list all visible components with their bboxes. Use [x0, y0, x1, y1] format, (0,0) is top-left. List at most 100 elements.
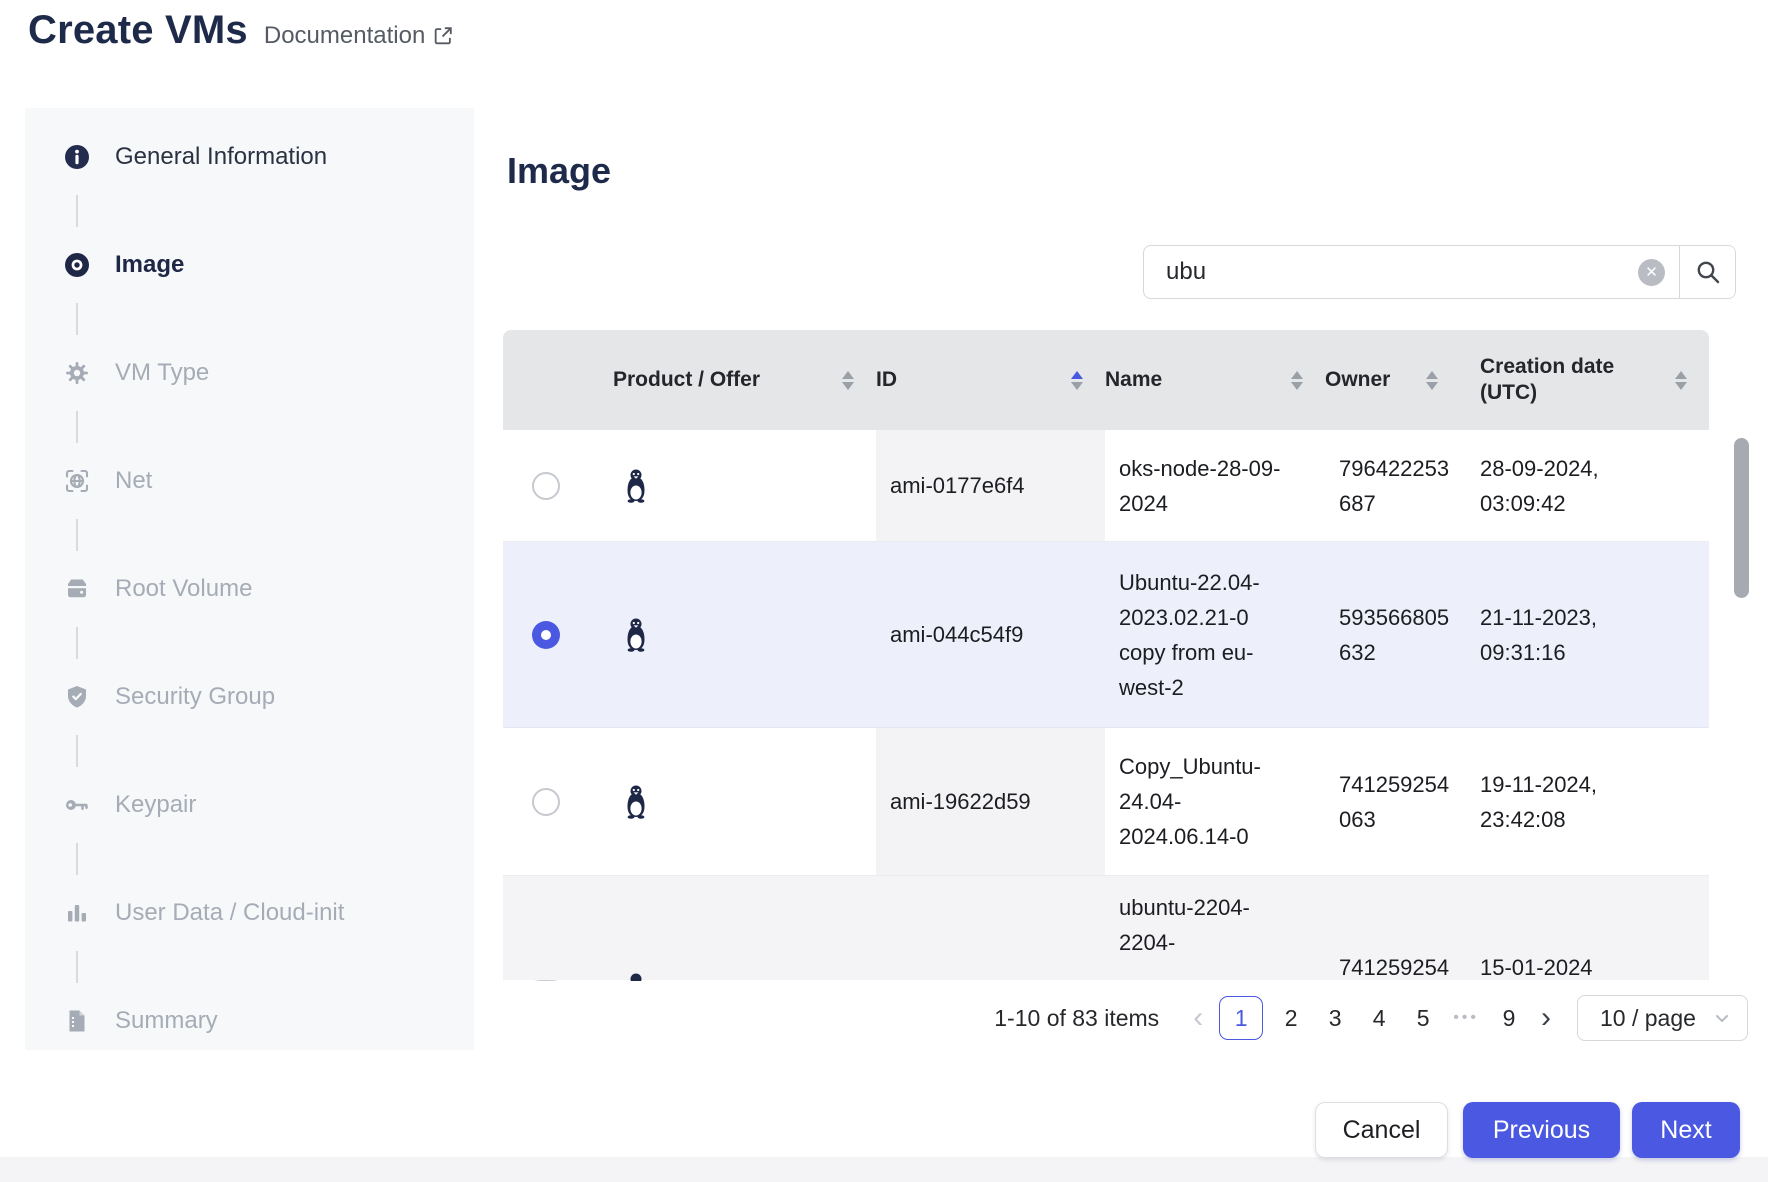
- radio-dot-icon: [63, 251, 91, 279]
- step-connector: [76, 843, 78, 875]
- documentation-link[interactable]: Documentation: [264, 22, 454, 50]
- pagination-total: 1-10 of 83 items: [994, 1005, 1159, 1032]
- sidebar-item-general-information[interactable]: General Information: [63, 137, 327, 177]
- cell-id: ami-0177e6f4: [876, 430, 1105, 541]
- cell-creation-date: 15-01-2024: [1460, 876, 1709, 980]
- sidebar-item-label: General Information: [115, 143, 327, 171]
- cell-name: Ubuntu-22.04-2023.02.21-0 copy from eu-w…: [1105, 542, 1325, 727]
- column-header-product-offer[interactable]: Product / Offer: [588, 330, 876, 430]
- sidebar-item-security-group[interactable]: Security Group: [63, 677, 275, 717]
- sort-icon[interactable]: [842, 371, 854, 390]
- chevron-down-icon: [1713, 1009, 1731, 1027]
- radio-button[interactable]: [532, 788, 560, 816]
- sidebar-item-label: Keypair: [115, 791, 196, 819]
- radio-button[interactable]: [532, 472, 560, 500]
- cell-name: ubuntu-2204-2204-: [1105, 876, 1325, 980]
- table-row[interactable]: ami-0177e6f4 oks-node-28-09-2024 7964222…: [503, 430, 1709, 542]
- sidebar-item-user-data[interactable]: User Data / Cloud-init: [63, 893, 344, 933]
- radio-button-selected[interactable]: [532, 621, 560, 649]
- page-button-9[interactable]: 9: [1494, 1005, 1524, 1032]
- gear-icon: [63, 359, 91, 387]
- column-header-select: [503, 330, 588, 430]
- disk-icon: [63, 575, 91, 603]
- document-icon: [63, 1007, 91, 1035]
- sidebar-item-label: Net: [115, 467, 152, 495]
- search-button[interactable]: [1679, 246, 1735, 298]
- search-input[interactable]: ubu ✕: [1144, 246, 1679, 298]
- linux-penguin-icon: [620, 972, 876, 981]
- linux-penguin-icon: [620, 617, 876, 653]
- sidebar-item-label: Root Volume: [115, 575, 252, 603]
- column-header-owner[interactable]: Owner: [1325, 330, 1460, 430]
- cell-name: oks-node-28-09-2024: [1105, 430, 1325, 541]
- cell-creation-date: 21-11-2023,09:31:16: [1460, 542, 1709, 727]
- next-button[interactable]: Next: [1632, 1102, 1740, 1158]
- step-connector: [76, 951, 78, 983]
- column-header-creation-date[interactable]: Creation date (UTC): [1460, 330, 1709, 430]
- table-row[interactable]: ami-19622d59 Copy_Ubuntu-24.04- 2024.06.…: [503, 728, 1709, 876]
- table-row[interactable]: ubuntu-2204-2204- 741259254 15-01-2024: [503, 876, 1709, 980]
- table-scrollbar-thumb[interactable]: [1734, 438, 1749, 598]
- page-button-2[interactable]: 2: [1276, 1005, 1306, 1032]
- sidebar-item-summary[interactable]: Summary: [63, 1001, 218, 1041]
- image-search: ubu ✕: [1143, 245, 1736, 299]
- cell-creation-date: 19-11-2024,23:42:08: [1460, 728, 1709, 875]
- radio-button[interactable]: [532, 980, 560, 981]
- cell-id: ami-044c54f9: [876, 542, 1105, 727]
- clear-search-button[interactable]: ✕: [1638, 259, 1665, 286]
- cell-id: [876, 876, 1105, 980]
- sort-icon[interactable]: [1291, 371, 1303, 390]
- sidebar-item-root-volume[interactable]: Root Volume: [63, 569, 252, 609]
- pagination-ellipsis[interactable]: •••: [1453, 1009, 1479, 1027]
- pagination: 1-10 of 83 items ‹ 1 2 3 4 5 ••• 9 › 10 …: [503, 992, 1748, 1044]
- column-header-name[interactable]: Name: [1105, 330, 1325, 430]
- section-heading: Image: [507, 150, 611, 192]
- sidebar-item-label: Summary: [115, 1007, 218, 1035]
- image-table: Product / Offer ID Name Owner Creation d…: [503, 330, 1709, 981]
- step-connector: [76, 735, 78, 767]
- bar-chart-icon: [63, 899, 91, 927]
- cell-id: ami-19622d59: [876, 728, 1105, 875]
- sidebar-item-net[interactable]: Net: [63, 461, 152, 501]
- page-button-5[interactable]: 5: [1408, 1005, 1438, 1032]
- linux-penguin-icon: [620, 784, 876, 820]
- table-row-selected[interactable]: ami-044c54f9 Ubuntu-22.04-2023.02.21-0 c…: [503, 542, 1709, 728]
- step-connector: [76, 411, 78, 443]
- sidebar-item-image[interactable]: Image: [63, 245, 184, 285]
- page-size-value: 10 / page: [1600, 1005, 1713, 1032]
- shield-check-icon: [63, 683, 91, 711]
- cell-owner: 593566805632: [1325, 542, 1460, 727]
- step-connector: [76, 519, 78, 551]
- search-value: ubu: [1166, 258, 1638, 286]
- table-body: ami-0177e6f4 oks-node-28-09-2024 7964222…: [503, 430, 1709, 981]
- external-link-icon: [432, 25, 454, 47]
- sidebar-item-label: User Data / Cloud-init: [115, 899, 344, 927]
- page-title: Create VMs: [28, 8, 248, 53]
- cell-owner: 796422253687: [1325, 430, 1460, 541]
- sidebar-item-label: VM Type: [115, 359, 209, 387]
- x-circle-icon: ✕: [1645, 265, 1658, 280]
- page-button-3[interactable]: 3: [1320, 1005, 1350, 1032]
- footer-strip: [0, 1157, 1768, 1182]
- key-icon: [63, 791, 91, 819]
- next-page-button[interactable]: ›: [1531, 1003, 1561, 1033]
- page-button-1-active[interactable]: 1: [1219, 996, 1263, 1040]
- sort-icon-active-asc[interactable]: [1071, 371, 1083, 390]
- sort-icon[interactable]: [1426, 371, 1438, 390]
- sort-icon[interactable]: [1675, 371, 1687, 390]
- sidebar-item-vm-type[interactable]: VM Type: [63, 353, 209, 393]
- sidebar-item-label: Image: [115, 251, 184, 279]
- prev-page-button[interactable]: ‹: [1183, 1003, 1213, 1033]
- page-button-4[interactable]: 4: [1364, 1005, 1394, 1032]
- column-header-id[interactable]: ID: [876, 330, 1105, 430]
- cell-owner: 741259254063: [1325, 728, 1460, 875]
- cell-owner: 741259254: [1325, 876, 1460, 980]
- sidebar-item-keypair[interactable]: Keypair: [63, 785, 196, 825]
- step-connector: [76, 627, 78, 659]
- cell-name: Copy_Ubuntu-24.04- 2024.06.14-0: [1105, 728, 1325, 875]
- previous-button[interactable]: Previous: [1463, 1102, 1620, 1158]
- sidebar-item-label: Security Group: [115, 683, 275, 711]
- page-size-select[interactable]: 10 / page: [1577, 995, 1748, 1041]
- info-icon: [63, 143, 91, 171]
- cancel-button[interactable]: Cancel: [1315, 1102, 1448, 1158]
